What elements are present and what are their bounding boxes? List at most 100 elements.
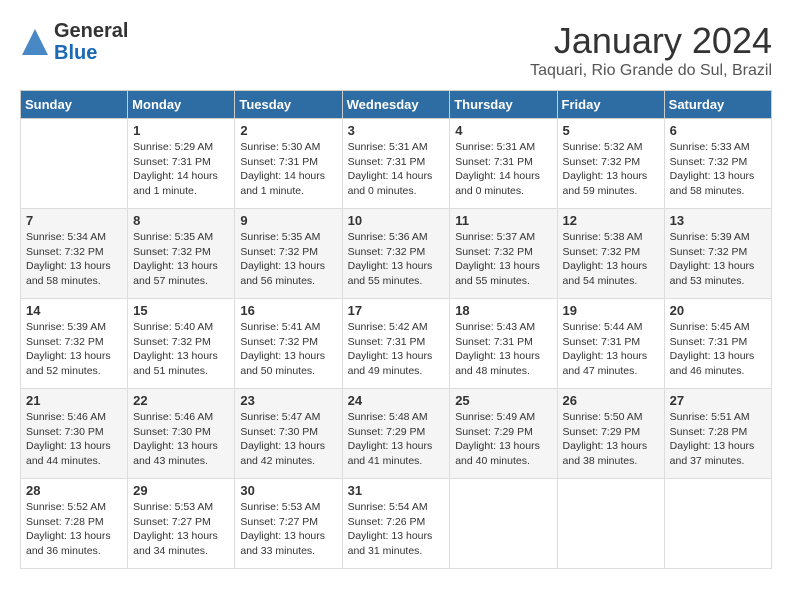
calendar-table: SundayMondayTuesdayWednesdayThursdayFrid… [20,90,772,569]
day-number: 24 [348,393,445,408]
day-cell: 14 Sunrise: 5:39 AMSunset: 7:32 PMDayligh… [21,299,128,389]
day-number: 18 [455,303,551,318]
day-number: 26 [563,393,659,408]
day-cell: 1Sunrise: 5:29 AMSunset: 7:31 PMDaylight… [128,119,235,209]
day-info: Sunrise: 5:50 AMSunset: 7:29 PMDaylight:… [563,410,659,469]
day-number: 8 [133,213,229,228]
day-cell: 26 Sunrise: 5:50 AMSunset: 7:29 PMDayligh… [557,389,664,479]
day-number: 4 [455,123,551,138]
day-info: Sunrise: 5:47 AMSunset: 7:30 PMDaylight:… [240,410,336,469]
day-info: Sunrise: 5:32 AMSunset: 7:32 PMDaylight:… [563,140,659,199]
day-cell: 20 Sunrise: 5:45 AMSunset: 7:31 PMDayligh… [664,299,771,389]
day-number: 7 [26,213,122,228]
day-info: Sunrise: 5:37 AMSunset: 7:32 PMDaylight:… [455,230,551,289]
day-info: Sunrise: 5:45 AMSunset: 7:31 PMDaylight:… [670,320,766,379]
day-cell: 4 Sunrise: 5:31 AMSunset: 7:31 PMDaylight… [450,119,557,209]
logo-blue-text: Blue [54,42,128,64]
day-info: Sunrise: 5:35 AMSunset: 7:32 PMDaylight:… [133,230,229,289]
week-row-2: 7 Sunrise: 5:34 AMSunset: 7:32 PMDaylight… [21,209,772,299]
day-number: 9 [240,213,336,228]
day-cell: 23 Sunrise: 5:47 AMSunset: 7:30 PMDayligh… [235,389,342,479]
day-info: Sunrise: 5:43 AMSunset: 7:31 PMDaylight:… [455,320,551,379]
day-cell [664,479,771,569]
day-cell [450,479,557,569]
day-cell: 24Sunrise: 5:48 AMSunset: 7:29 PMDayligh… [342,389,450,479]
day-cell: 18 Sunrise: 5:43 AMSunset: 7:31 PMDayligh… [450,299,557,389]
day-cell [557,479,664,569]
day-number: 11 [455,213,551,228]
header-cell-sunday: Sunday [21,91,128,119]
day-number: 30 [240,483,336,498]
week-row-4: 21 Sunrise: 5:46 AMSunset: 7:30 PMDayligh… [21,389,772,479]
week-row-1: 1Sunrise: 5:29 AMSunset: 7:31 PMDaylight… [21,119,772,209]
day-cell: 19 Sunrise: 5:44 AMSunset: 7:31 PMDayligh… [557,299,664,389]
day-cell: 3 Sunrise: 5:31 AMSunset: 7:31 PMDaylight… [342,119,450,209]
day-number: 16 [240,303,336,318]
day-info: Sunrise: 5:46 AMSunset: 7:30 PMDaylight:… [133,410,229,469]
day-cell: 28Sunrise: 5:52 AMSunset: 7:28 PMDayligh… [21,479,128,569]
day-cell: 25 Sunrise: 5:49 AMSunset: 7:29 PMDayligh… [450,389,557,479]
day-cell: 11 Sunrise: 5:37 AMSunset: 7:32 PMDayligh… [450,209,557,299]
day-cell: 29Sunrise: 5:53 AMSunset: 7:27 PMDayligh… [128,479,235,569]
day-cell: 27 Sunrise: 5:51 AMSunset: 7:28 PMDayligh… [664,389,771,479]
day-number: 21 [26,393,122,408]
month-title: January 2024 [530,20,772,62]
day-info: Sunrise: 5:29 AMSunset: 7:31 PMDaylight:… [133,140,229,199]
day-cell: 13Sunrise: 5:39 AMSunset: 7:32 PMDayligh… [664,209,771,299]
day-cell: 2Sunrise: 5:30 AMSunset: 7:31 PMDaylight… [235,119,342,209]
day-number: 5 [563,123,659,138]
header-cell-friday: Friday [557,91,664,119]
logo-general-text: General [54,20,128,42]
day-number: 2 [240,123,336,138]
day-number: 23 [240,393,336,408]
day-info: Sunrise: 5:38 AMSunset: 7:32 PMDaylight:… [563,230,659,289]
day-info: Sunrise: 5:39 AMSunset: 7:32 PMDaylight:… [26,320,122,379]
day-cell: 12Sunrise: 5:38 AMSunset: 7:32 PMDayligh… [557,209,664,299]
day-number: 27 [670,393,766,408]
day-info: Sunrise: 5:51 AMSunset: 7:28 PMDaylight:… [670,410,766,469]
day-number: 31 [348,483,445,498]
day-number: 10 [348,213,445,228]
day-number: 25 [455,393,551,408]
day-cell: 22 Sunrise: 5:46 AMSunset: 7:30 PMDayligh… [128,389,235,479]
day-cell: 15 Sunrise: 5:40 AMSunset: 7:32 PMDayligh… [128,299,235,389]
day-info: Sunrise: 5:35 AMSunset: 7:32 PMDaylight:… [240,230,336,289]
day-info: Sunrise: 5:40 AMSunset: 7:32 PMDaylight:… [133,320,229,379]
day-info: Sunrise: 5:49 AMSunset: 7:29 PMDaylight:… [455,410,551,469]
day-cell: 30Sunrise: 5:53 AMSunset: 7:27 PMDayligh… [235,479,342,569]
day-info: Sunrise: 5:31 AMSunset: 7:31 PMDaylight:… [348,140,445,199]
day-info: Sunrise: 5:31 AMSunset: 7:31 PMDaylight:… [455,140,551,199]
day-info: Sunrise: 5:41 AMSunset: 7:32 PMDaylight:… [240,320,336,379]
week-row-3: 14 Sunrise: 5:39 AMSunset: 7:32 PMDayligh… [21,299,772,389]
week-row-5: 28Sunrise: 5:52 AMSunset: 7:28 PMDayligh… [21,479,772,569]
day-info: Sunrise: 5:36 AMSunset: 7:32 PMDaylight:… [348,230,445,289]
day-number: 22 [133,393,229,408]
day-info: Sunrise: 5:42 AMSunset: 7:31 PMDaylight:… [348,320,445,379]
day-number: 14 [26,303,122,318]
day-info: Sunrise: 5:52 AMSunset: 7:28 PMDaylight:… [26,500,122,559]
day-number: 6 [670,123,766,138]
day-number: 15 [133,303,229,318]
header-cell-thursday: Thursday [450,91,557,119]
day-cell: 21Sunrise: 5:46 AMSunset: 7:30 PMDayligh… [21,389,128,479]
day-info: Sunrise: 5:33 AMSunset: 7:32 PMDaylight:… [670,140,766,199]
day-cell: 6 Sunrise: 5:33 AMSunset: 7:32 PMDaylight… [664,119,771,209]
location: Taquari, Rio Grande do Sul, Brazil [530,62,772,80]
day-cell: 16 Sunrise: 5:41 AMSunset: 7:32 PMDayligh… [235,299,342,389]
day-number: 20 [670,303,766,318]
day-info: Sunrise: 5:44 AMSunset: 7:31 PMDaylight:… [563,320,659,379]
logo: General Blue [20,20,128,64]
logo-text: General Blue [54,20,128,64]
day-cell [21,119,128,209]
day-number: 29 [133,483,229,498]
header-cell-saturday: Saturday [664,91,771,119]
day-number: 19 [563,303,659,318]
header-cell-wednesday: Wednesday [342,91,450,119]
calendar-header: SundayMondayTuesdayWednesdayThursdayFrid… [21,91,772,119]
day-info: Sunrise: 5:34 AMSunset: 7:32 PMDaylight:… [26,230,122,289]
day-cell: 10 Sunrise: 5:36 AMSunset: 7:32 PMDayligh… [342,209,450,299]
day-number: 13 [670,213,766,228]
day-number: 3 [348,123,445,138]
logo-icon [20,27,50,57]
day-cell: 17Sunrise: 5:42 AMSunset: 7:31 PMDayligh… [342,299,450,389]
